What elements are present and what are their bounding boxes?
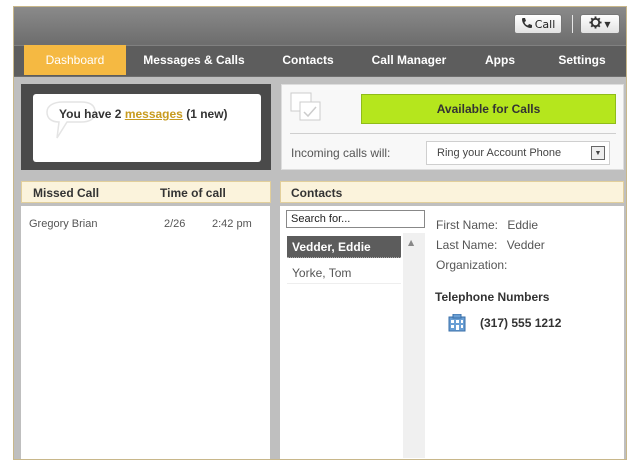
incoming-calls-label: Incoming calls will: <box>291 146 391 160</box>
call-date: 2/26 <box>164 218 186 230</box>
building-icon <box>447 313 467 335</box>
first-name-label: First Name: <box>436 218 499 232</box>
toolbar-separator <box>572 15 573 33</box>
contact-search-input[interactable] <box>286 210 425 228</box>
contact-list-scrollbar[interactable]: ▲ <box>403 233 425 458</box>
time-of-call-column-header[interactable]: Time of call <box>160 186 226 200</box>
settings-menu-button[interactable]: ▼ <box>580 14 620 34</box>
call-button[interactable]: Call <box>514 14 562 34</box>
caller-name: Gregory Brian <box>29 218 98 230</box>
messages-summary: You have 2 messages (1 new) <box>59 107 228 121</box>
contacts-header-label: Contacts <box>291 186 343 200</box>
messages-link[interactable]: messages <box>125 107 183 121</box>
organization-label: Organization: <box>436 258 508 272</box>
availability-divider <box>290 133 616 134</box>
contact-list-item[interactable]: Yorke, Tom <box>287 262 401 284</box>
ring-select-value: Ring your Account Phone <box>437 147 562 159</box>
tab-messages-calls[interactable]: Messages & Calls <box>140 45 248 75</box>
chevron-down-icon: ▼ <box>604 19 611 29</box>
last-name-value: Vedder <box>506 238 545 252</box>
phone-number[interactable]: (317) 555 1212 <box>480 316 561 330</box>
last-name-row: Last Name: Vedder <box>436 238 545 252</box>
call-time: 2:42 pm <box>212 218 252 230</box>
contact-list-item[interactable]: Vedder, Eddie <box>287 236 401 258</box>
tab-settings[interactable]: Settings <box>552 45 612 75</box>
missed-call-column-header[interactable]: Missed Call <box>33 186 99 200</box>
gear-icon <box>589 15 602 33</box>
phone-status-icon <box>290 92 324 127</box>
missed-calls-header: Missed Call Time of call <box>21 181 271 203</box>
call-button-label: Call <box>534 17 556 31</box>
last-name-label: Last Name: <box>436 238 498 252</box>
tab-contacts[interactable]: Contacts <box>276 45 340 75</box>
tab-apps[interactable]: Apps <box>478 45 522 75</box>
tab-dashboard[interactable]: Dashboard <box>24 45 126 75</box>
messages-prefix: You have 2 <box>59 107 125 121</box>
first-name-value: Eddie <box>507 218 539 232</box>
incoming-call-action-select[interactable]: Ring your Account Phone ▼ <box>426 141 610 165</box>
table-row[interactable]: Gregory Brian 2/26 2:42 pm <box>21 216 270 236</box>
missed-calls-list: Gregory Brian 2/26 2:42 pm <box>21 206 270 459</box>
first-name-row: First Name: Eddie <box>436 218 538 232</box>
phone-icon <box>521 17 533 32</box>
messages-bubble <box>33 94 261 162</box>
messages-suffix: (1 new) <box>182 107 228 121</box>
scroll-up-icon[interactable]: ▲ <box>408 238 414 247</box>
contacts-header: Contacts <box>280 181 624 203</box>
chevron-down-icon[interactable]: ▼ <box>591 146 605 160</box>
telephone-numbers-heading: Telephone Numbers <box>435 290 550 304</box>
tab-call-manager[interactable]: Call Manager <box>366 45 452 75</box>
organization-row: Organization: <box>436 258 507 272</box>
available-for-calls-button[interactable]: Available for Calls <box>361 94 616 124</box>
